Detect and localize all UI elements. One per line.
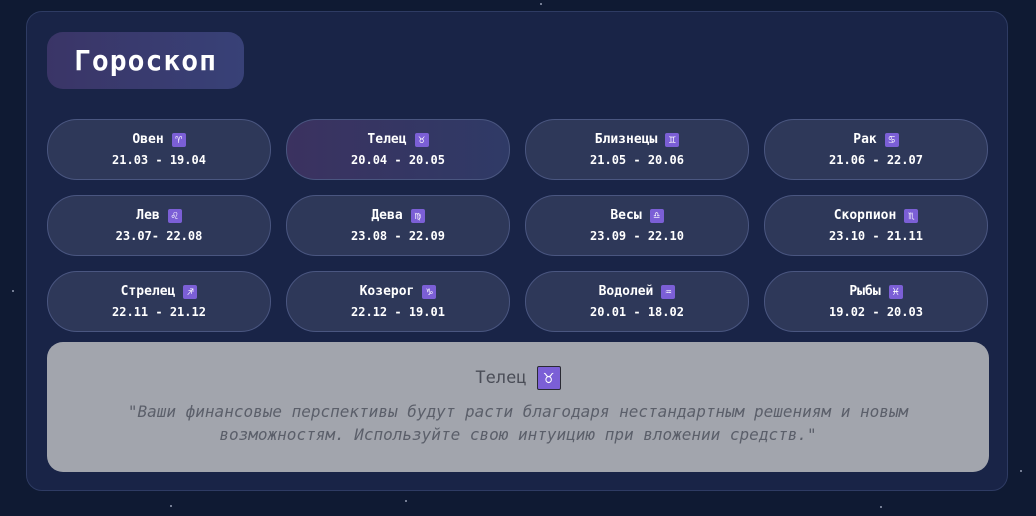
sign-card-kozerog[interactable]: Козерог ♑ 22.12 - 19.01	[286, 271, 510, 332]
sign-name: Близнецы ♊	[595, 132, 680, 147]
star	[405, 500, 407, 502]
horoscope-reading: Телец ♉ "Ваши финансовые перспективы буд…	[47, 342, 989, 472]
sign-name: Рыбы ♓	[849, 284, 903, 299]
sign-card-lev[interactable]: Лев ♌ 23.07- 22.08	[47, 195, 271, 256]
star	[12, 290, 14, 292]
sign-name: Козерог ♑	[360, 284, 437, 299]
sign-dates: 20.04 - 20.05	[351, 153, 445, 167]
capricorn-icon: ♑	[422, 284, 437, 299]
leo-icon: ♌	[167, 208, 182, 223]
cancer-icon: ♋	[884, 132, 899, 147]
sign-name: Овен ♈	[132, 132, 186, 147]
sign-dates: 22.12 - 19.01	[351, 305, 445, 319]
gemini-icon: ♊	[665, 132, 680, 147]
zodiac-grid: Овен ♈ 21.03 - 19.04 Телец ♉ 20.04 - 20.05…	[47, 119, 988, 332]
sign-name: Весы ♎	[610, 208, 664, 223]
aquarius-icon: ♒	[661, 284, 676, 299]
reading-sign-name: Телец	[475, 368, 527, 388]
sign-card-oven[interactable]: Овен ♈ 21.03 - 19.04	[47, 119, 271, 180]
sign-dates: 23.07- 22.08	[115, 229, 203, 243]
virgo-icon: ♍	[410, 208, 425, 223]
sign-card-bliznecy[interactable]: Близнецы ♊ 21.05 - 20.06	[525, 119, 749, 180]
taurus-icon: ♉	[414, 132, 429, 147]
star	[540, 3, 542, 5]
sign-card-deva[interactable]: Дева ♍ 23.08 - 22.09	[286, 195, 510, 256]
sign-card-skorpion[interactable]: Скорпион ♏ 23.10 - 21.11	[764, 195, 988, 256]
sign-card-vodoley[interactable]: Водолей ♒ 20.01 - 18.02	[525, 271, 749, 332]
sign-name: Водолей ♒	[599, 284, 676, 299]
page-title: Гороскоп	[47, 32, 244, 89]
pisces-icon: ♓	[888, 284, 903, 299]
sign-dates: 21.03 - 19.04	[112, 153, 206, 167]
sign-dates: 22.11 - 21.12	[112, 305, 206, 319]
sign-name: Лев ♌	[136, 208, 182, 223]
sign-card-rak[interactable]: Рак ♋ 21.06 - 22.07	[764, 119, 988, 180]
star	[1020, 470, 1022, 472]
sign-dates: 21.05 - 20.06	[590, 153, 684, 167]
sign-dates: 23.10 - 21.11	[829, 229, 923, 243]
star	[880, 506, 882, 508]
sign-name: Скорпион ♏	[834, 208, 919, 223]
horoscope-panel: Гороскоп Овен ♈ 21.03 - 19.04 Телец ♉ 20.0…	[26, 11, 1008, 491]
sign-dates: 23.09 - 22.10	[590, 229, 684, 243]
sign-dates: 19.02 - 20.03	[829, 305, 923, 319]
sign-name: Телец ♉	[367, 132, 429, 147]
sign-dates: 23.08 - 22.09	[351, 229, 445, 243]
taurus-icon: ♉	[536, 366, 561, 390]
sign-dates: 21.06 - 22.07	[829, 153, 923, 167]
reading-title: Телец ♉	[475, 366, 561, 390]
sign-name: Дева ♍	[371, 208, 425, 223]
scorpio-icon: ♏	[904, 208, 919, 223]
sign-name: Стрелец ♐	[121, 284, 198, 299]
sign-card-strelec[interactable]: Стрелец ♐ 22.11 - 21.12	[47, 271, 271, 332]
sign-card-vesy[interactable]: Весы ♎ 23.09 - 22.10	[525, 195, 749, 256]
sign-dates: 20.01 - 18.02	[590, 305, 684, 319]
reading-text: "Ваши финансовые перспективы будут расти…	[127, 402, 909, 444]
libra-icon: ♎	[649, 208, 664, 223]
star	[170, 505, 172, 507]
sagittarius-icon: ♐	[183, 284, 198, 299]
aries-icon: ♈	[171, 132, 186, 147]
sign-card-ryby[interactable]: Рыбы ♓ 19.02 - 20.03	[764, 271, 988, 332]
sign-card-telec[interactable]: Телец ♉ 20.04 - 20.05	[286, 119, 510, 180]
sign-name: Рак ♋	[853, 132, 899, 147]
